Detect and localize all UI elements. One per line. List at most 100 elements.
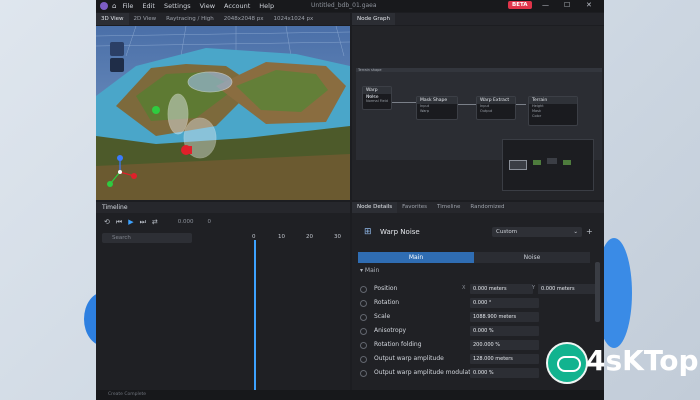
property-name: Anisotropy [374,327,407,334]
property-name: Rotation folding [374,341,422,348]
segment-main[interactable]: Main [358,252,474,263]
tab-favorites[interactable]: Favorites [397,202,432,213]
title-bar: ⌂ File Edit Settings View Account Help U… [96,0,604,12]
preset-select[interactable]: Custom ⌄ [492,227,582,237]
property-name: Rotation [374,299,400,306]
node-port: Warp [420,109,430,113]
tab-node-graph[interactable]: Node Graph [352,13,395,25]
light-tool-button[interactable] [110,58,124,72]
node-title: Warp Noise [363,87,391,100]
render-quality-select[interactable]: Raytracing / High [161,13,219,25]
menu-file[interactable]: File [122,2,133,10]
property-value-x[interactable]: 0.000 meters [470,284,533,294]
details-segment-control: Main Noise [358,252,590,263]
timeline-title: Timeline [96,202,350,213]
tab-3d-view[interactable]: 3D View [96,13,129,25]
segment-noise[interactable]: Noise [474,252,590,263]
menu-edit[interactable]: Edit [142,2,155,10]
property-scale: Scale 1088.900 meters [360,312,596,323]
beta-badge: BETA [508,1,532,9]
property-toggle[interactable] [360,286,367,293]
property-toggle[interactable] [360,314,367,321]
property-value[interactable]: 1088.900 meters [470,312,539,322]
resolution-select[interactable]: 2048x2048 px [219,13,269,25]
chevron-down-icon: ⌄ [573,229,578,235]
viewport-tabbar: 3D View 2D View Raytracing / High 2048x2… [96,13,350,25]
timeline-playhead[interactable] [254,240,256,390]
node-warp-extract[interactable]: Warp Extract Input Output [476,96,516,120]
property-value-y[interactable]: 0.000 meters [538,284,595,294]
loop-button[interactable]: ⟲ [104,218,110,226]
property-value[interactable]: 0.000 % [470,368,539,378]
property-toggle[interactable] [360,328,367,335]
window-title: Untitled_bdb_01.gaea [311,2,377,9]
repeat-button[interactable]: ⇄ [152,218,158,226]
property-value[interactable]: 0.000 ° [470,298,539,308]
node-title: Terrain [529,97,577,104]
property-value[interactable]: 200.000 % [470,340,539,350]
3d-viewport[interactable] [96,26,350,200]
time-value[interactable]: 0.000 [178,219,194,225]
menu-help[interactable]: Help [259,2,274,10]
property-toggle[interactable] [360,300,367,307]
preview-resolution-select[interactable]: 1024x1024 px [268,13,318,25]
frame-value[interactable]: 0 [208,219,212,225]
property-rotation: Rotation 0.000 ° [360,298,596,309]
tab-2d-view[interactable]: 2D View [129,13,162,25]
node-graph-canvas[interactable]: Terrain shape Warp Noise Noise Normal Fi… [352,26,604,200]
node-warp-noise[interactable]: Warp Noise Noise Normal Field [362,86,392,110]
node-port: Color [532,114,542,118]
axis-label: X [462,285,466,291]
ruler-tick: 10 [278,234,285,240]
property-name: Position [374,285,398,292]
graph-minimap[interactable] [502,139,594,191]
camera-tool-button[interactable] [110,42,124,56]
tab-timeline[interactable]: Timeline [432,202,465,213]
node-title: Mask Shape [417,97,457,104]
property-name: Output warp amplitude modulati [374,369,473,376]
axis-label: Y [532,285,536,291]
property-value[interactable]: 128.000 meters [470,354,539,364]
property-name: Output warp amplitude [374,355,444,362]
watermark-text: 4sKTop [586,344,699,377]
play-button[interactable]: ▶ [128,218,133,226]
timeline-search-input[interactable]: Search [102,233,192,243]
node-terrain[interactable]: Terrain Height Mask Color [528,96,578,126]
node-type-icon: ⊞ [364,227,372,237]
node-title: Warp Extract [477,97,515,104]
home-icon[interactable]: ⌂ [112,2,116,10]
previous-frame-button[interactable]: ⏮ [116,218,122,227]
minimize-button[interactable]: — [542,1,549,9]
status-bar: Create Complete [96,390,604,400]
property-value[interactable]: 0.000 % [470,326,539,336]
node-port: Normal Field [366,99,388,103]
menu-account[interactable]: Account [224,2,250,10]
add-preset-button[interactable]: + [586,227,593,236]
section-title: Main [364,267,380,274]
menu-view[interactable]: View [200,2,215,10]
details-tabbar: Node Details Favorites Timeline Randomiz… [352,202,604,213]
property-toggle[interactable] [360,356,367,363]
tab-randomized[interactable]: Randomized [465,202,509,213]
ruler-tick: 30 [334,234,341,240]
maximize-button[interactable]: ☐ [564,1,570,9]
ruler-tick: 20 [306,234,313,240]
next-frame-button[interactable]: ⏭ [140,218,146,227]
menu-settings[interactable]: Settings [164,2,191,10]
property-position: Position X 0.000 meters Y 0.000 meters [360,284,596,295]
status-text: Create Complete [108,392,147,397]
watermark-logo: 4sKTop [540,338,700,388]
property-toggle[interactable] [360,342,367,349]
timeline-panel: Timeline ⟲ ⏮ ▶ ⏭ ⇄ 0.000 0 Search 0 10 2… [96,202,350,390]
property-toggle[interactable] [360,370,367,377]
timeline-ruler[interactable]: 0 10 20 30 [252,234,348,242]
property-name: Scale [374,313,391,320]
node-mask-shape[interactable]: Mask Shape Input Warp [416,96,458,120]
tab-node-details[interactable]: Node Details [352,202,398,213]
close-button[interactable]: ✕ [586,1,592,9]
section-header[interactable]: ▾ Main [360,267,379,274]
preset-value: Custom [496,229,518,235]
node-port: Output [480,109,493,113]
details-scrollbar[interactable] [595,262,600,322]
app-logo-icon [100,2,108,10]
